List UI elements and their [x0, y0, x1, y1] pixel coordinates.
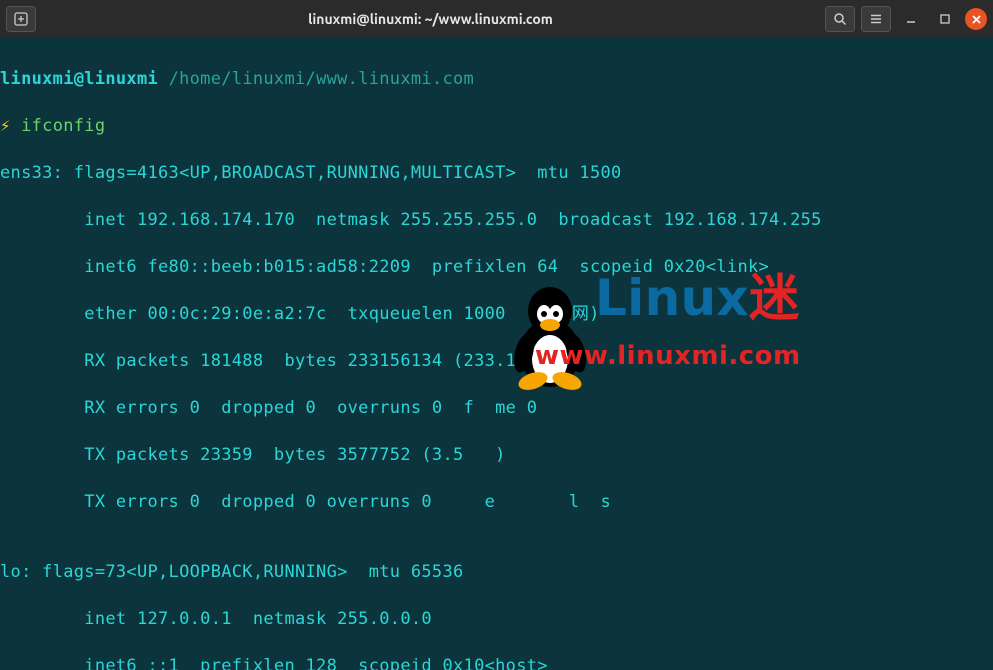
minimize-button[interactable]: [897, 5, 925, 33]
output-text-cn: (以太网): [527, 304, 600, 324]
search-button[interactable]: [825, 6, 855, 32]
output-line: inet6 fe80::beeb:b015:ad58:2209 prefixle…: [0, 256, 993, 280]
output-line: RX errors 0 dropped 0 overruns 0 f me 0: [0, 397, 993, 421]
prompt-path: /home/linuxmi/www.linuxmi.com: [169, 69, 475, 89]
output-line: inet6 ::1 prefixlen 128 scopeid 0x10<hos…: [0, 655, 993, 670]
prompt-symbol: ⚡: [0, 116, 11, 136]
tux-penguin-icon: [500, 281, 600, 391]
command-text: ifconfig: [21, 116, 105, 136]
window-title: linuxmi@linuxmi: ~/www.linuxmi.com: [42, 11, 819, 27]
hamburger-icon: [869, 12, 883, 26]
close-button[interactable]: [965, 8, 987, 30]
command-line-1: ⚡ ifconfig: [0, 115, 993, 139]
maximize-icon: [939, 13, 951, 25]
titlebar-left-controls: [6, 6, 36, 32]
minimize-icon: [905, 13, 917, 25]
titlebar-right-controls: [825, 5, 987, 33]
prompt-line-1: linuxmi@linuxmi /home/linuxmi/www.linuxm…: [0, 68, 993, 92]
output-line: TX packets 23359 bytes 3577752 (3.5 ): [0, 444, 993, 468]
terminal-area[interactable]: linuxmi@linuxmi /home/linuxmi/www.linuxm…: [0, 38, 993, 670]
window-titlebar: linuxmi@linuxmi: ~/www.linuxmi.com: [0, 0, 993, 38]
prompt-userhost: linuxmi@linuxmi: [0, 69, 158, 89]
menu-button[interactable]: [861, 6, 891, 32]
output-line: inet 192.168.174.170 netmask 255.255.255…: [0, 209, 993, 233]
output-line: lo: flags=73<UP,LOOPBACK,RUNNING> mtu 65…: [0, 561, 993, 585]
output-line: ether 00:0c:29:0e:a2:7c txqueuelen 1000 …: [0, 303, 993, 327]
output-line: RX packets 181488 bytes 233156134 (233.1…: [0, 350, 993, 374]
new-tab-icon: [14, 12, 28, 26]
close-icon: [971, 14, 982, 25]
maximize-button[interactable]: [931, 5, 959, 33]
output-line: inet 127.0.0.1 netmask 255.0.0.0: [0, 608, 993, 632]
output-text: ether 00:0c:29:0e:a2:7c txqueuelen 1000: [0, 304, 527, 324]
output-line: TX errors 0 dropped 0 overruns 0 e l s: [0, 491, 993, 515]
new-tab-button[interactable]: [6, 6, 36, 32]
search-icon: [833, 12, 847, 26]
output-line: ens33: flags=4163<UP,BROADCAST,RUNNING,M…: [0, 162, 993, 186]
